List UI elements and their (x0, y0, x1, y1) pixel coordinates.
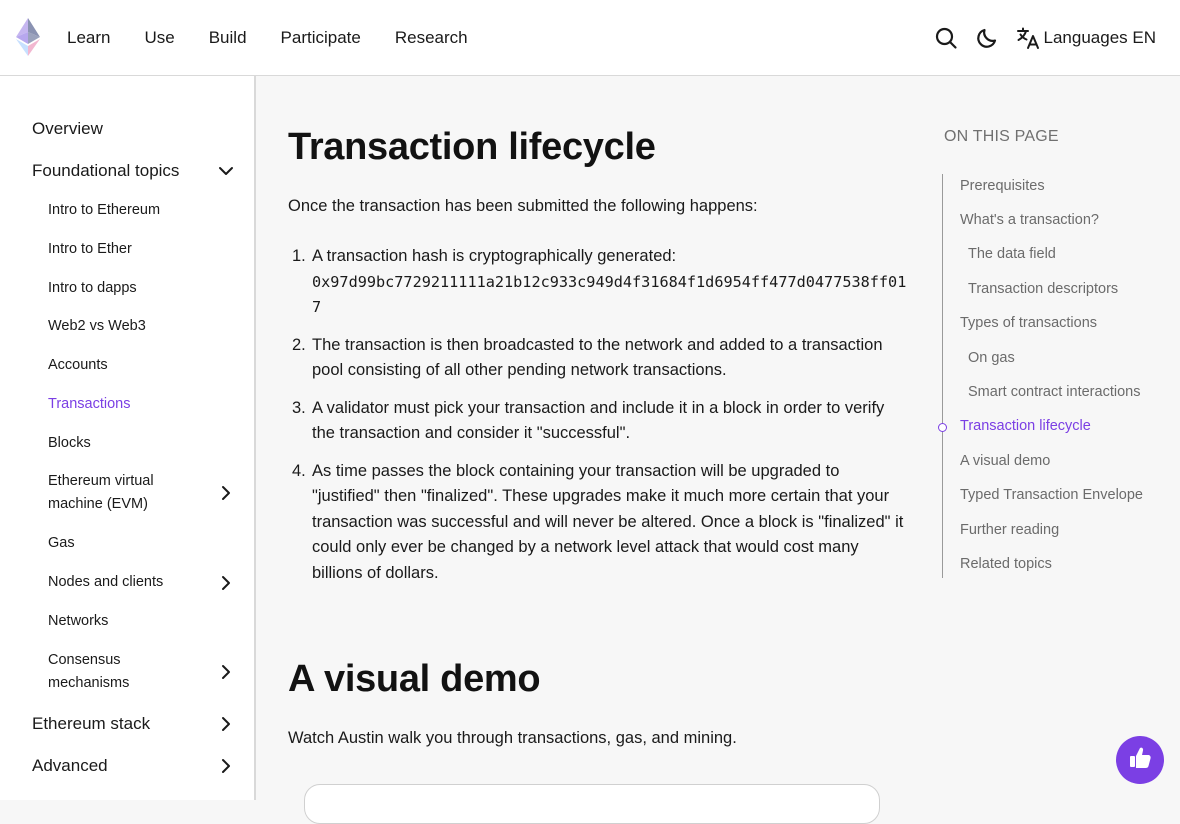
toc-link-transaction-lifecycle[interactable]: Transaction lifecycle (960, 418, 1091, 434)
moon-icon[interactable] (975, 26, 999, 50)
sidebar-item-intro-to-ethereum[interactable]: Intro to Ethereum (0, 199, 254, 222)
step-number: 1. (292, 247, 306, 265)
sidebar-item-consensus-mechanisms[interactable]: Consensus mechanisms (0, 649, 254, 695)
nav-build[interactable]: Build (209, 28, 247, 48)
toc-link-transaction-descriptors[interactable]: Transaction descriptors (968, 281, 1118, 297)
step-number: 2. (292, 335, 306, 354)
toc-link-typed-transaction-envelope[interactable]: Typed Transaction Envelope (960, 487, 1143, 503)
toc-link-types-of-transactions[interactable]: Types of transactions (960, 315, 1097, 331)
visual-demo-intro: Watch Austin walk you through transactio… (288, 729, 737, 747)
sidebar-item-label: Intro to Ether (48, 241, 132, 257)
chevron-right-icon[interactable] (216, 756, 236, 776)
nav-research[interactable]: Research (395, 28, 468, 48)
sidebar-item-label: Transactions (48, 396, 131, 412)
sidebar-item-label: Ethereum virtual machine (EVM) (48, 473, 154, 512)
translate-icon (1016, 26, 1040, 50)
sidebar-item-foundational-topics[interactable]: Foundational topics (0, 158, 254, 183)
sidebar-item-ethereum-stack[interactable]: Ethereum stack (0, 711, 254, 736)
visual-demo-heading: A visual demo (288, 658, 541, 700)
toc-link-smart-contract-interactions[interactable]: Smart contract interactions (968, 384, 1140, 400)
sidebar-item-advanced[interactable]: Advanced (0, 753, 254, 778)
sidebar-item-label: Consensus mechanisms (48, 652, 130, 691)
list-item: 3. A validator must pick your transactio… (288, 396, 908, 447)
toc-link-related-topics[interactable]: Related topics (960, 556, 1052, 572)
sidebar-item-label: Foundational topics (32, 161, 180, 180)
chevron-right-icon[interactable] (216, 714, 236, 734)
nav-learn[interactable]: Learn (67, 28, 110, 48)
toc-link-on-gas[interactable]: On gas (968, 350, 1015, 366)
top-navigation-bar: Learn Use Build Participate Research Lan… (0, 0, 1180, 76)
sidebar-item-label: Intro to dapps (48, 280, 137, 296)
step-number: 4. (292, 461, 306, 480)
sidebar-item-blocks[interactable]: Blocks (0, 432, 254, 455)
step-text: The transaction is then broadcasted to t… (312, 335, 883, 380)
video-embed[interactable] (304, 784, 880, 824)
sidebar-item-gas[interactable]: Gas (0, 532, 254, 555)
chevron-down-icon[interactable] (216, 161, 236, 181)
toc-track (942, 174, 943, 578)
language-button[interactable]: Languages EN (1016, 26, 1156, 50)
lifecycle-heading: Transaction lifecycle (288, 126, 656, 168)
sidebar-item-nodes-and-clients[interactable]: Nodes and clients (0, 571, 254, 594)
search-icon[interactable] (934, 26, 958, 50)
sidebar-item-label: Networks (48, 613, 109, 629)
sidebar-item-transactions[interactable]: Transactions (0, 393, 254, 416)
language-label: Languages EN (1043, 28, 1156, 47)
toc-link-whats-a-transaction[interactable]: What's a transaction? (960, 212, 1099, 228)
sidebar-item-label: Intro to Ethereum (48, 202, 161, 218)
lifecycle-intro: Once the transaction has been submitted … (288, 197, 758, 215)
sidebar-item-web2-vs-web3[interactable]: Web2 vs Web3 (0, 315, 254, 338)
list-item: 2. The transaction is then broadcasted t… (288, 333, 908, 384)
feedback-hand-icon (1126, 744, 1154, 777)
toc-active-indicator (938, 423, 947, 432)
sidebar-item-label: Web2 vs Web3 (48, 318, 146, 334)
sidebar-item-label: Nodes and clients (48, 574, 164, 590)
transaction-hash: 0x97d99bc7729211111a21b12c933c949d4f3168… (312, 272, 907, 317)
toc-link-further-reading[interactable]: Further reading (960, 522, 1059, 538)
sidebar-item-label: Advanced (32, 756, 108, 775)
nav-use[interactable]: Use (144, 28, 174, 48)
header-actions: Languages EN (934, 0, 1156, 76)
sidebar-item-intro-to-ether[interactable]: Intro to Ether (0, 238, 254, 261)
sidebar-item-overview[interactable]: Overview (0, 116, 254, 141)
sidebar-item-evm[interactable]: Ethereum virtual machine (EVM) (0, 470, 254, 516)
chevron-right-icon[interactable] (216, 573, 236, 593)
toc-link-data-field[interactable]: The data field (968, 246, 1056, 262)
main-nav: Learn Use Build Participate Research (67, 0, 468, 76)
sidebar-item-label: Gas (48, 535, 75, 551)
feedback-button[interactable] (1116, 736, 1164, 784)
step-number: 3. (292, 398, 306, 417)
docs-sidebar: Overview Foundational topics Intro to Et… (0, 76, 256, 800)
toc-link-visual-demo[interactable]: A visual demo (960, 453, 1050, 469)
sidebar-item-label: Ethereum stack (32, 714, 151, 733)
toc-title: ON THIS PAGE (944, 128, 1059, 145)
nav-participate[interactable]: Participate (281, 28, 361, 48)
step-text: A transaction hash is cryptographically … (312, 247, 677, 265)
chevron-right-icon[interactable] (216, 483, 236, 503)
lifecycle-steps: 1. A transaction hash is cryptographical… (288, 244, 908, 598)
sidebar-item-label: Accounts (48, 357, 108, 373)
list-item: 1. A transaction hash is cryptographical… (288, 244, 908, 321)
sidebar-item-label: Blocks (48, 435, 91, 451)
sidebar-item-intro-to-dapps[interactable]: Intro to dapps (0, 277, 254, 300)
step-text: A validator must pick your transaction a… (312, 398, 885, 443)
list-item: 4. As time passes the block containing y… (288, 459, 908, 587)
sidebar-item-networks[interactable]: Networks (0, 610, 254, 633)
sidebar-item-accounts[interactable]: Accounts (0, 354, 254, 377)
toc-link-prerequisites[interactable]: Prerequisites (960, 178, 1045, 194)
sidebar-item-label: Overview (32, 119, 103, 138)
ethereum-logo[interactable] (14, 18, 42, 56)
chevron-right-icon[interactable] (216, 662, 236, 682)
step-text: As time passes the block containing your… (312, 461, 904, 582)
